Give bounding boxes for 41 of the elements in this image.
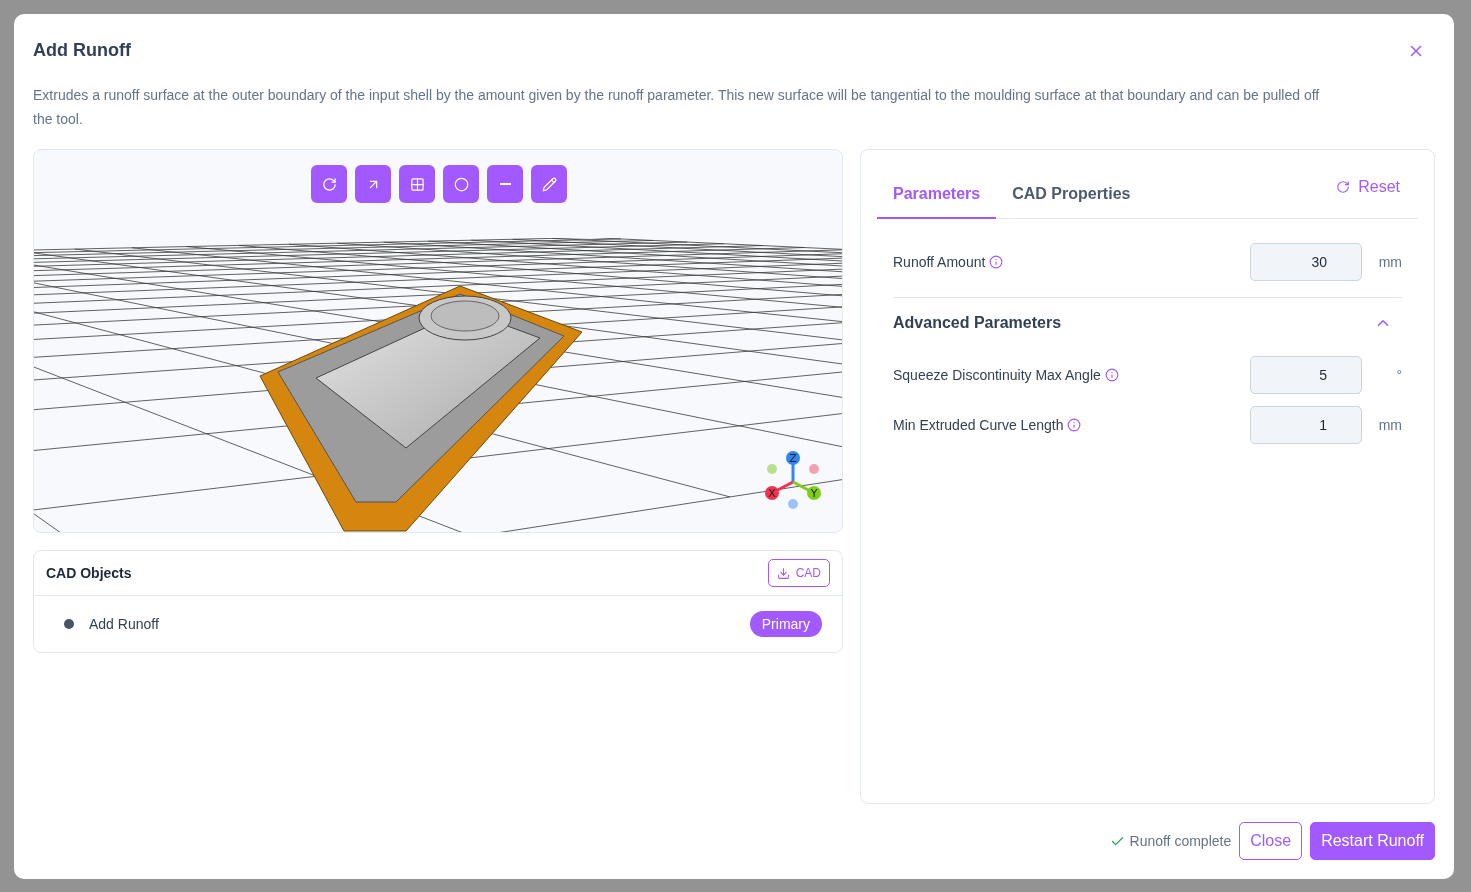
- bullet-dot: [64, 619, 74, 629]
- dialog-description: Extrudes a runoff surface at the outer boundary of the input shell by the amount given by the runoff parameter. This new surface will be tangential to the moulding surface at that boundary and can be pulled off the tool.: [33, 86, 1321, 129]
- rotate-icon: [321, 176, 337, 192]
- parameter-label: Min Extruded Curve Length: [893, 417, 1064, 433]
- parameter-label: Runoff Amount: [893, 254, 986, 270]
- line-icon: [499, 183, 511, 185]
- unit-label: °: [1395, 367, 1402, 383]
- info-icon[interactable]: [989, 255, 1004, 269]
- download-cad-button[interactable]: CAD: [767, 559, 830, 587]
- section-title: Advanced Parameters: [893, 314, 1062, 332]
- rotate-tool-button[interactable]: [311, 165, 347, 203]
- grid-tool-button[interactable]: [399, 165, 435, 203]
- circle-tool-button[interactable]: [443, 165, 479, 203]
- unit-label: mm: [1377, 417, 1402, 433]
- info-icon[interactable]: [1104, 368, 1119, 382]
- unit-label: mm: [1377, 254, 1402, 270]
- status-text: Runoff complete: [1129, 833, 1232, 849]
- reset-icon: [1336, 180, 1351, 194]
- grid-icon: [409, 176, 425, 192]
- number-field[interactable]: 30: [1250, 243, 1362, 281]
- arrow-tool-button[interactable]: [355, 165, 391, 203]
- reset-button[interactable]: Reset: [1336, 178, 1400, 196]
- pencil-icon: [541, 176, 557, 192]
- number-field[interactable]: 1: [1250, 406, 1362, 444]
- card-title: CAD Objects: [46, 565, 132, 581]
- download-icon: [776, 566, 790, 580]
- 3d-viewport[interactable]: Z X Y: [33, 149, 843, 533]
- pencil-tool-button[interactable]: [531, 165, 567, 203]
- circle-icon: [453, 176, 469, 192]
- axis-gizmo[interactable]: Z X Y: [765, 451, 821, 509]
- tab[interactable]: Parameters: [877, 185, 997, 219]
- primary-button[interactable]: Restart Runoff: [1310, 822, 1435, 860]
- parameter-label: Squeeze Discontinuity Max Angle: [893, 367, 1101, 383]
- dialog-title: Add Runoff: [33, 40, 131, 61]
- tab[interactable]: CAD Properties: [996, 185, 1147, 219]
- line-tool-button[interactable]: [487, 165, 523, 203]
- outline-button[interactable]: Close: [1239, 822, 1303, 860]
- info-icon[interactable]: [1067, 418, 1082, 432]
- object-name: Add Runoff: [89, 616, 160, 632]
- primary-tag: Primary: [749, 611, 822, 637]
- number-field[interactable]: 5: [1250, 356, 1362, 394]
